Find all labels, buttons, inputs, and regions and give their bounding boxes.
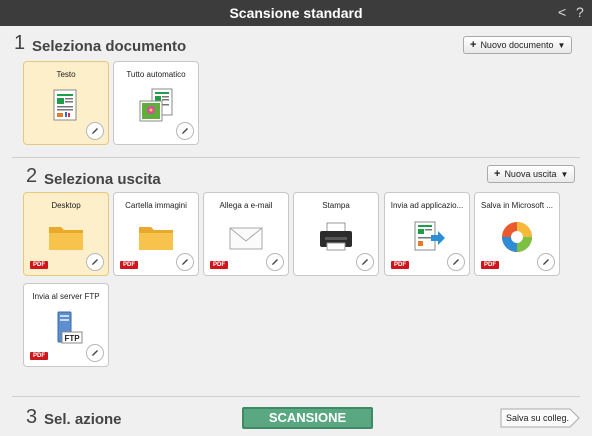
envelope-icon (229, 227, 263, 250)
section-divider (12, 396, 580, 397)
output-card-microsoft[interactable]: Salva in Microsoft ... PDF (474, 192, 560, 276)
pdf-badge: PDF (30, 261, 48, 269)
new-output-label: Nuova uscita (504, 169, 557, 179)
plus-icon: + (470, 39, 477, 51)
edit-pencil-icon[interactable] (176, 122, 194, 140)
new-document-label: Nuovo documento (480, 40, 554, 50)
new-document-button[interactable]: + Nuovo documento ▼ (463, 36, 573, 54)
card-label: Salva in Microsoft ... (480, 201, 554, 210)
card-label: Desktop (51, 201, 81, 210)
pdf-badge: PDF (391, 261, 409, 269)
card-label: Testo (56, 70, 76, 79)
card-label: Stampa (322, 201, 350, 210)
output-card-send-to-app[interactable]: Invia ad applicazio... PDF (384, 192, 470, 276)
edit-pencil-icon[interactable] (537, 253, 555, 271)
section-number-1: 1 (14, 32, 26, 54)
window-title: Scansione standard (229, 5, 363, 21)
ftp-server-icon: FTP (57, 311, 83, 344)
auto-document-icon (139, 88, 173, 122)
output-card-desktop[interactable]: Desktop PDF (23, 192, 109, 276)
send-to-app-icon (414, 221, 445, 251)
pdf-badge: PDF (30, 352, 48, 360)
microsoft-app-icon (502, 222, 532, 252)
output-card-ftp[interactable]: Invia al server FTP FTP PDF (23, 283, 109, 367)
card-label: Invia al server FTP (32, 292, 100, 301)
folder-icon (49, 227, 83, 250)
edit-pencil-icon[interactable] (447, 253, 465, 271)
pdf-badge: PDF (210, 261, 228, 269)
card-label: Cartella immagini (125, 201, 187, 210)
back-icon[interactable]: < (558, 4, 566, 20)
document-card-auto[interactable]: Tutto automatico (113, 61, 199, 145)
text-document-icon (53, 89, 77, 121)
save-to-link-button[interactable]: Salva su colleg. (500, 408, 580, 428)
title-bar: Scansione standard < ? (0, 0, 592, 26)
plus-icon: + (494, 168, 501, 180)
card-label: Tutto automatico (126, 70, 186, 79)
printer-icon (320, 222, 352, 251)
new-output-button[interactable]: + Nuova uscita ▼ (487, 165, 576, 183)
section-divider (12, 157, 580, 158)
document-card-testo[interactable]: Testo (23, 61, 109, 145)
edit-pencil-icon[interactable] (176, 253, 194, 271)
caret-down-icon: ▼ (560, 169, 569, 179)
edit-pencil-icon[interactable] (266, 253, 284, 271)
output-card-images-folder[interactable]: Cartella immagini PDF (113, 192, 199, 276)
help-icon[interactable]: ? (576, 4, 584, 20)
section-title-action: Sel. azione (44, 411, 122, 428)
pdf-badge: PDF (481, 261, 499, 269)
section-title-document: Seleziona documento (32, 38, 187, 55)
save-to-link-label: Salva su colleg. (506, 413, 570, 423)
section-title-output: Seleziona uscita (44, 171, 161, 188)
section-number-2: 2 (26, 165, 38, 187)
caret-down-icon: ▼ (557, 40, 566, 50)
svg-text:FTP: FTP (64, 334, 80, 343)
edit-pencil-icon[interactable] (86, 344, 104, 362)
edit-pencil-icon[interactable] (86, 253, 104, 271)
output-card-email[interactable]: Allega a e-mail PDF (203, 192, 289, 276)
card-label: Invia ad applicazio... (390, 201, 464, 210)
pdf-badge: PDF (120, 261, 138, 269)
section-number-3: 3 (26, 406, 38, 428)
card-label: Allega a e-mail (219, 201, 273, 210)
scan-button[interactable]: SCANSIONE (242, 407, 373, 429)
output-card-print[interactable]: Stampa (293, 192, 379, 276)
edit-pencil-icon[interactable] (356, 253, 374, 271)
edit-pencil-icon[interactable] (86, 122, 104, 140)
folder-icon (139, 227, 173, 250)
